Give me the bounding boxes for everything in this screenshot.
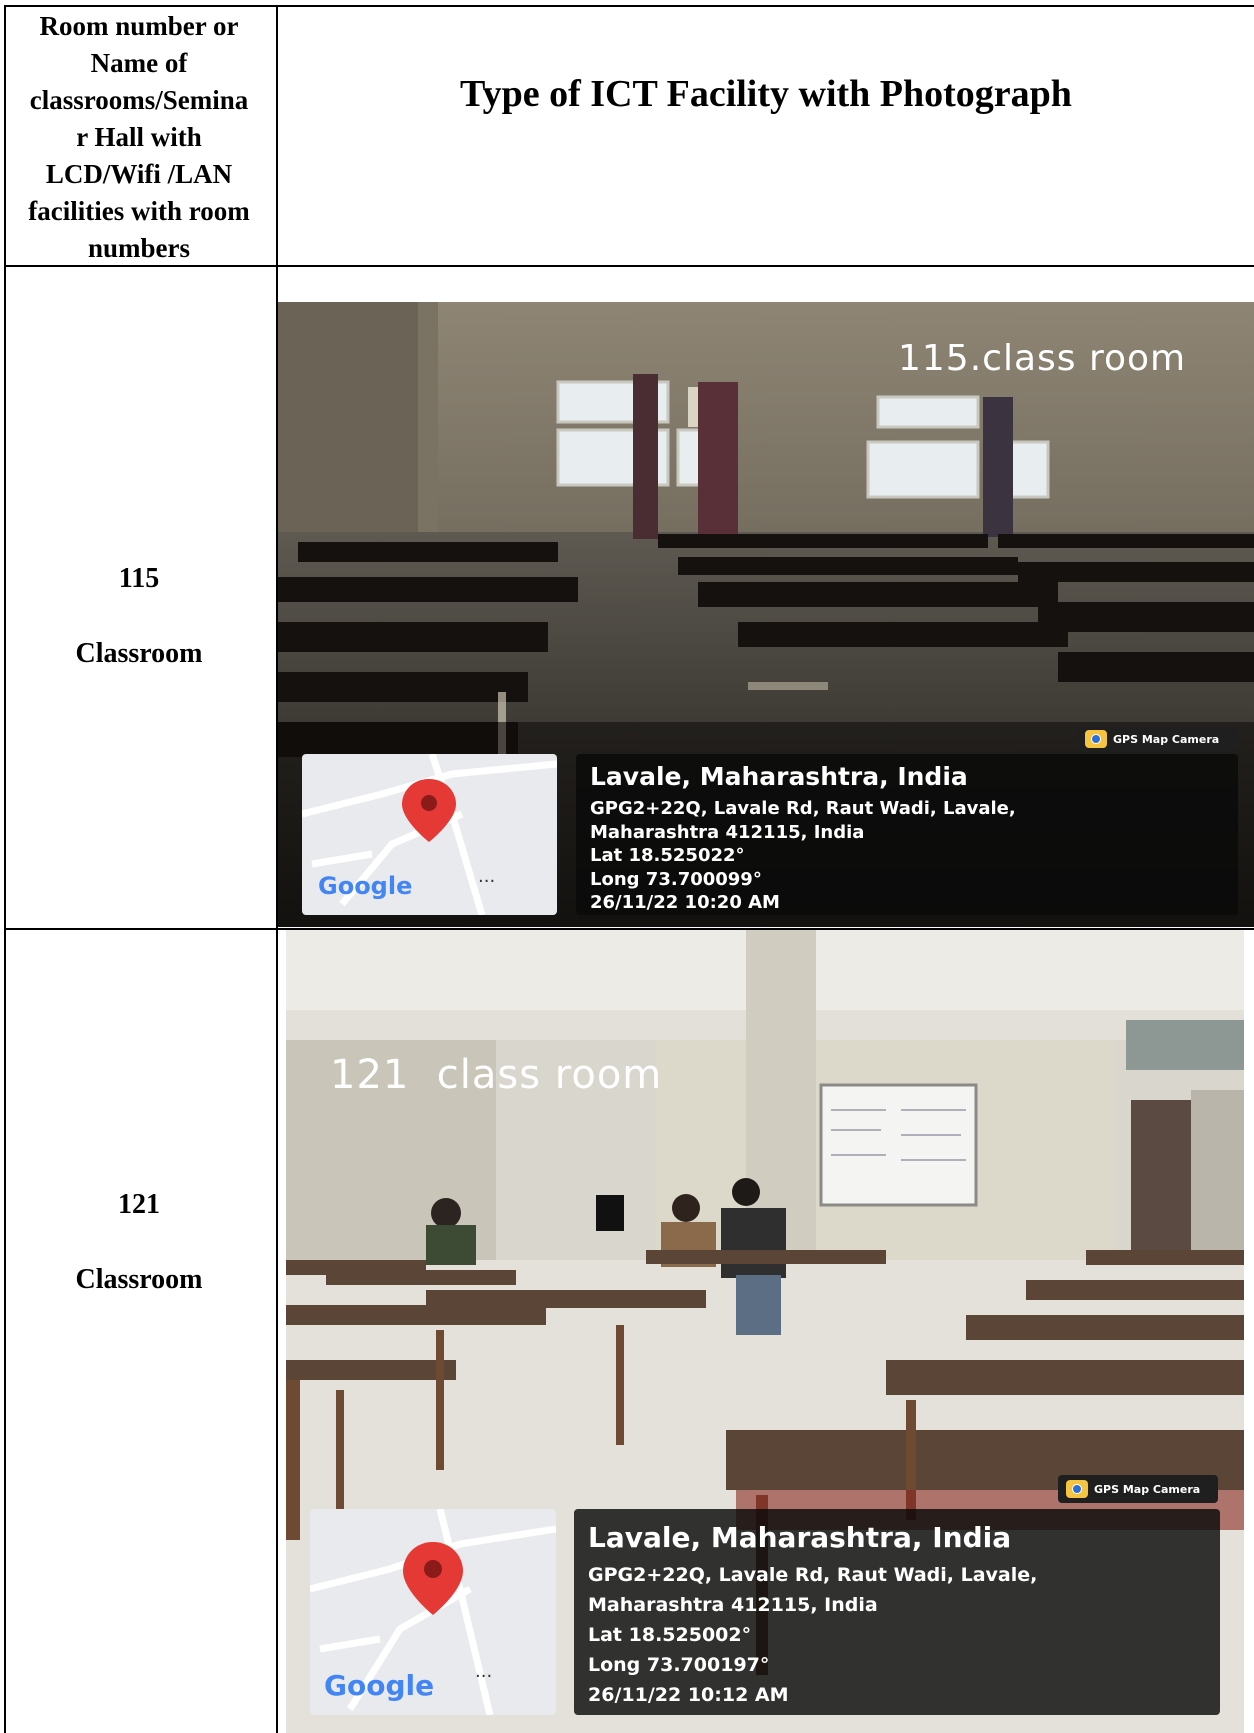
photo-caption: 115.class room xyxy=(898,338,1187,379)
location-datetime: 26/11/22 10:20 AM xyxy=(590,892,780,913)
header-line: facilities with room xyxy=(28,195,250,226)
location-place: Lavale, Maharashtra, India xyxy=(588,1521,1012,1554)
more-icon: ... xyxy=(478,866,496,887)
header-line: Name of xyxy=(90,47,188,78)
room-type: Classroom xyxy=(75,1264,203,1295)
location-longitude: Long 73.700197° xyxy=(588,1654,770,1676)
camera-icon xyxy=(1085,730,1107,748)
location-address-line1: GPG2+22Q, Lavale Rd, Raut Wadi, Lavale, xyxy=(588,1564,1038,1586)
room-type: Classroom xyxy=(75,638,203,669)
gps-map-camera-badge: GPS Map Camera xyxy=(1077,727,1237,751)
header-room-column: Room number or Name of classrooms/Semina… xyxy=(6,8,272,266)
location-place: Lavale, Maharashtra, India xyxy=(590,762,968,791)
map-thumbnail: Google ... xyxy=(302,754,557,915)
location-info-panel: Lavale, Maharashtra, India GPG2+22Q, Lav… xyxy=(576,754,1238,915)
google-logo: Google xyxy=(318,872,413,900)
location-address-line2: Maharashtra 412115, India xyxy=(590,821,865,843)
room-number: 121 xyxy=(118,1189,160,1220)
map-pin-icon xyxy=(403,1542,463,1615)
header-line: LCD/Wifi /LAN xyxy=(45,158,233,189)
location-datetime: 26/11/22 10:12 AM xyxy=(588,1684,789,1706)
badge-label: GPS Map Camera xyxy=(1113,732,1220,746)
header-ict-column: Type of ICT Facility with Photograph xyxy=(460,73,1072,115)
location-info-panel: Lavale, Maharashtra, India GPG2+22Q, Lav… xyxy=(574,1509,1220,1715)
map-thumbnail: Google ... xyxy=(310,1509,556,1715)
location-longitude: Long 73.700099° xyxy=(590,868,762,890)
location-address-line2: Maharashtra 412115, India xyxy=(588,1594,878,1616)
gps-map-camera-badge: GPS Map Camera xyxy=(1058,1475,1218,1503)
location-latitude: Lat 18.525022° xyxy=(590,845,745,866)
google-logo: Google xyxy=(324,1669,435,1702)
photo-caption: 121 class room xyxy=(330,1052,663,1098)
header-line: r Hall with xyxy=(76,121,202,152)
location-address-line1: GPG2+22Q, Lavale Rd, Raut Wadi, Lavale, xyxy=(590,798,1016,819)
location-latitude: Lat 18.525002° xyxy=(588,1624,752,1646)
header-line: classrooms/Semina xyxy=(29,84,249,115)
header-line: Room number or xyxy=(39,10,239,41)
header-line: numbers xyxy=(87,232,190,263)
camera-icon xyxy=(1066,1480,1088,1498)
more-icon: ... xyxy=(475,1661,493,1682)
badge-label: GPS Map Camera xyxy=(1094,1482,1201,1496)
room-number: 115 xyxy=(118,563,160,594)
